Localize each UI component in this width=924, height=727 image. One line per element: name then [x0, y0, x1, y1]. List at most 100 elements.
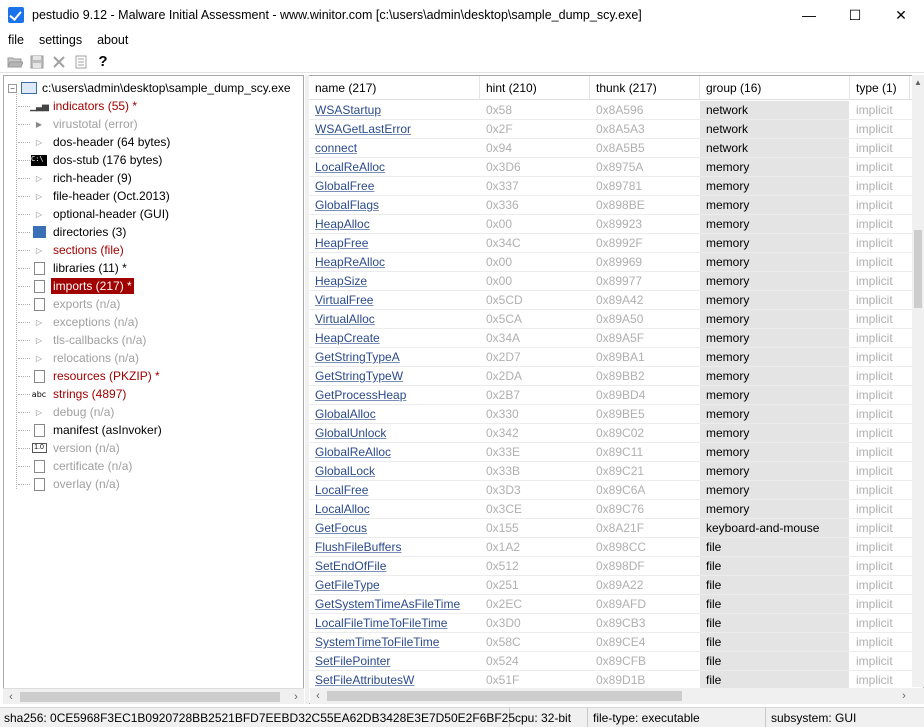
scroll-up-icon[interactable]: ▲	[910, 75, 924, 91]
cell-name[interactable]: VirtualFree	[309, 291, 480, 309]
table-row[interactable]: SystemTimeToFileTime 0x58C 0x89CE4 file impl…	[309, 633, 912, 652]
table-row[interactable]: SetEndOfFile 0x512 0x898DF file implicit	[309, 557, 912, 576]
table-row[interactable]: GlobalFree 0x337 0x89781 memory implicit	[309, 177, 912, 196]
open-icon[interactable]	[4, 52, 26, 72]
menu-about[interactable]: about	[89, 33, 135, 47]
table-row[interactable]: VirtualAlloc 0x5CA 0x89A50 memory implicit	[309, 310, 912, 329]
cell-name[interactable]: GetSystemTimeAsFileTime	[309, 595, 480, 613]
menu-settings[interactable]: settings	[31, 33, 89, 47]
cell-name[interactable]: GetProcessHeap	[309, 386, 480, 404]
cell-name[interactable]: GetStringTypeA	[309, 348, 480, 366]
tree-item[interactable]: ▷ debug (n/a)	[18, 403, 116, 421]
menu-file[interactable]: file	[0, 33, 31, 47]
cell-name[interactable]: GlobalAlloc	[309, 405, 480, 423]
table-row[interactable]: VirtualFree 0x5CD 0x89A42 memory implicit	[309, 291, 912, 310]
tree-horizontal-scrollbar[interactable]: ‹ ›	[3, 688, 304, 704]
tree-item[interactable]: ▶ virustotal (error)	[18, 115, 140, 133]
scroll-left-icon[interactable]: ‹	[310, 688, 326, 704]
tree-item[interactable]: ▷ file-header (Oct.2013)	[18, 187, 172, 205]
table-row[interactable]: WSAGetLastError 0x2F 0x8A5A3 network implici…	[309, 120, 912, 139]
cell-name[interactable]: GetFocus	[309, 519, 480, 537]
list-icon[interactable]	[70, 52, 92, 72]
table-row[interactable]: GetSystemTimeAsFileTime 0x2EC 0x89AFD file i…	[309, 595, 912, 614]
collapse-icon[interactable]: −	[8, 83, 17, 93]
table-horizontal-scrollbar[interactable]: ‹ ›	[310, 688, 912, 704]
cell-name[interactable]: connect	[309, 139, 480, 157]
tree-item[interactable]: exports (n/a)	[18, 295, 122, 313]
save-icon[interactable]	[26, 52, 48, 72]
table-row[interactable]: HeapAlloc 0x00 0x89923 memory implicit	[309, 215, 912, 234]
table-row[interactable]: GetFileType 0x251 0x89A22 file implicit	[309, 576, 912, 595]
cell-name[interactable]: GlobalUnlock	[309, 424, 480, 442]
tree-item[interactable]: ▷ rich-header (9)	[18, 169, 134, 187]
table-row[interactable]: FlushFileBuffers 0x1A2 0x898CC file implicit	[309, 538, 912, 557]
tree-item[interactable]: resources (PKZIP) *	[18, 367, 162, 385]
table-vertical-scrollbar[interactable]: ▲	[912, 75, 924, 687]
scroll-thumb[interactable]	[20, 692, 280, 702]
tree-item[interactable]: ▷ optional-header (GUI)	[18, 205, 171, 223]
table-row[interactable]: connect 0x94 0x8A5B5 network implicit	[309, 139, 912, 158]
tree-item[interactable]: manifest (asInvoker)	[18, 421, 164, 439]
cell-name[interactable]: VirtualAlloc	[309, 310, 480, 328]
tree-item[interactable]: ▷ relocations (n/a)	[18, 349, 141, 367]
cell-name[interactable]: SetEndOfFile	[309, 557, 480, 575]
close-window-button[interactable]: ✕	[878, 0, 924, 30]
table-row[interactable]: GlobalAlloc 0x330 0x89BE5 memory implicit	[309, 405, 912, 424]
table-row[interactable]: GetStringTypeA 0x2D7 0x89BA1 memory implicit	[309, 348, 912, 367]
table-row[interactable]: HeapFree 0x34C 0x8992F memory implicit	[309, 234, 912, 253]
table-row[interactable]: SetFilePointer 0x524 0x89CFB file implicit	[309, 652, 912, 671]
table-row[interactable]: HeapCreate 0x34A 0x89A5F memory implicit	[309, 329, 912, 348]
cell-name[interactable]: SystemTimeToFileTime	[309, 633, 480, 651]
cell-name[interactable]: HeapCreate	[309, 329, 480, 347]
cell-name[interactable]: HeapReAlloc	[309, 253, 480, 271]
cell-name[interactable]: GetFileType	[309, 576, 480, 594]
help-icon[interactable]: ?	[92, 52, 114, 72]
tree-item[interactable]: 1.0 version (n/a)	[18, 439, 122, 457]
scroll-thumb[interactable]	[327, 691, 682, 701]
cell-name[interactable]: GetStringTypeW	[309, 367, 480, 385]
cell-name[interactable]: SetFileAttributesW	[309, 671, 480, 689]
tree-item[interactable]: libraries (11) *	[18, 259, 129, 277]
scroll-right-icon[interactable]: ›	[896, 688, 912, 704]
table-row[interactable]: GlobalFlags 0x336 0x898BE memory implicit	[309, 196, 912, 215]
tree-item[interactable]: overlay (n/a)	[18, 475, 122, 493]
scroll-right-icon[interactable]: ›	[288, 689, 304, 705]
column-header-thunk[interactable]: thunk (217)	[590, 76, 700, 100]
cell-name[interactable]: LocalReAlloc	[309, 158, 480, 176]
scroll-thumb[interactable]	[914, 230, 922, 308]
cell-name[interactable]: LocalFileTimeToFileTime	[309, 614, 480, 632]
table-row[interactable]: LocalAlloc 0x3CE 0x89C76 memory implicit	[309, 500, 912, 519]
cell-name[interactable]: HeapSize	[309, 272, 480, 290]
table-row[interactable]: GetFocus 0x155 0x8A21F keyboard-and-mouse im…	[309, 519, 912, 538]
tree-item[interactable]: certificate (n/a)	[18, 457, 134, 475]
column-header-name[interactable]: name (217)	[309, 76, 480, 100]
maximize-button[interactable]: ☐	[832, 0, 878, 30]
cell-name[interactable]: GlobalReAlloc	[309, 443, 480, 461]
tree-item[interactable]: ▁▃▅ indicators (55) *	[18, 97, 139, 115]
table-row[interactable]: GetStringTypeW 0x2DA 0x89BB2 memory implicit	[309, 367, 912, 386]
cell-name[interactable]: LocalFree	[309, 481, 480, 499]
table-row[interactable]: HeapReAlloc 0x00 0x89969 memory implicit	[309, 253, 912, 272]
tree-item[interactable]: C:\ dos-stub (176 bytes)	[18, 151, 164, 169]
tree-item[interactable]: directories (3)	[18, 223, 128, 241]
table-row[interactable]: HeapSize 0x00 0x89977 memory implicit	[309, 272, 912, 291]
cell-name[interactable]: FlushFileBuffers	[309, 538, 480, 556]
tree-item[interactable]: imports (217) *	[18, 277, 135, 295]
tree-item[interactable]: ▷ tls-callbacks (n/a)	[18, 331, 148, 349]
table-row[interactable]: WSAStartup 0x58 0x8A596 network implicit	[309, 101, 912, 120]
table-row[interactable]: LocalFree 0x3D3 0x89C6A memory implicit	[309, 481, 912, 500]
table-row[interactable]: GlobalLock 0x33B 0x89C21 memory implicit	[309, 462, 912, 481]
cell-name[interactable]: WSAGetLastError	[309, 120, 480, 138]
tree-item[interactable]: ▷ exceptions (n/a)	[18, 313, 140, 331]
tree-item[interactable]: abc strings (4897)	[18, 385, 128, 403]
tree-item[interactable]: ▷ sections (file)	[18, 241, 126, 259]
column-header-hint[interactable]: hint (210)	[480, 76, 590, 100]
cell-name[interactable]: SetFilePointer	[309, 652, 480, 670]
cell-name[interactable]: HeapFree	[309, 234, 480, 252]
scroll-left-icon[interactable]: ‹	[3, 689, 19, 705]
table-row[interactable]: GlobalUnlock 0x342 0x89C02 memory implicit	[309, 424, 912, 443]
column-header-group[interactable]: group (16)	[700, 76, 850, 100]
cell-name[interactable]: GlobalFlags	[309, 196, 480, 214]
minimize-button[interactable]: —	[786, 0, 832, 30]
cell-name[interactable]: GlobalFree	[309, 177, 480, 195]
